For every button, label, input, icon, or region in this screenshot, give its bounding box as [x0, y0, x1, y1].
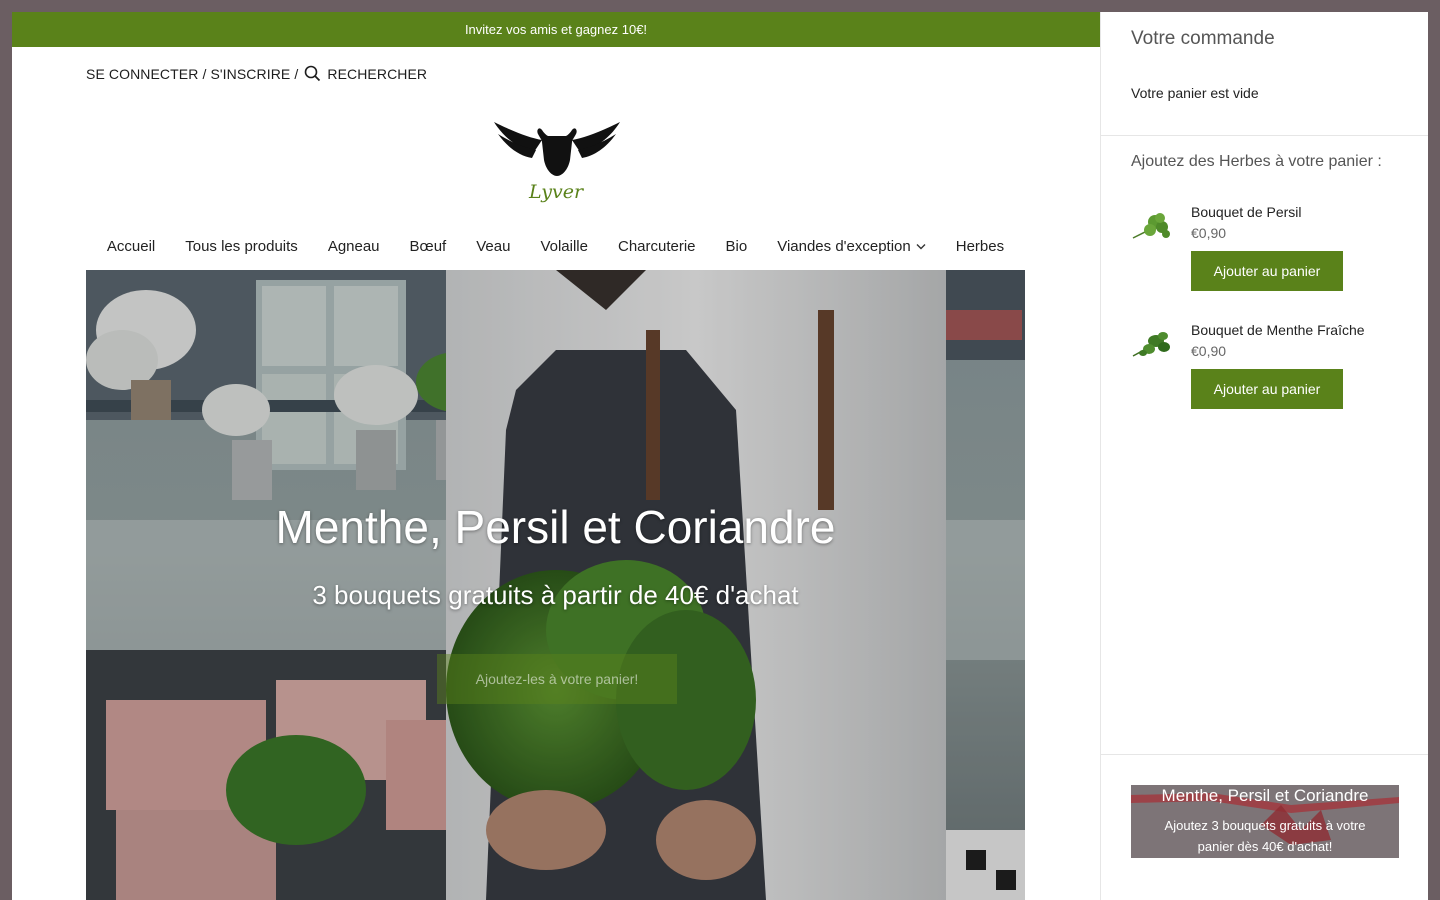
- add-to-cart-button[interactable]: Ajouter au panier: [1191, 251, 1343, 291]
- announcement-text[interactable]: Invitez vos amis et gagnez 10€!: [465, 22, 647, 37]
- main-nav: Accueil Tous les produits Agneau Bœuf Ve…: [86, 238, 1025, 255]
- product-price: €0,90: [1191, 343, 1227, 359]
- chevron-down-icon: [916, 244, 926, 250]
- product-name[interactable]: Bouquet de Persil: [1191, 204, 1302, 220]
- search-icon[interactable]: [304, 65, 321, 82]
- hero-cta-button[interactable]: Ajoutez-les à votre panier!: [437, 654, 677, 704]
- upsell-product: Bouquet de Menthe Fraîche €0,90 Ajouter …: [1131, 322, 1411, 432]
- account-links: SE CONNECTER / S'INSCRIRE / RECHERCHER: [86, 65, 427, 82]
- logo-text: Lyver: [528, 181, 585, 203]
- promo-text: Ajoutez 3 bouquets gratuits à votre pani…: [1164, 818, 1366, 854]
- upsell-title: Ajoutez des Herbes à votre panier :: [1131, 153, 1382, 170]
- add-to-cart-button[interactable]: Ajouter au panier: [1191, 369, 1343, 409]
- nav-item-agneau[interactable]: Agneau: [313, 238, 395, 255]
- account-separator: /: [202, 65, 207, 82]
- nav-item-veau[interactable]: Veau: [461, 238, 525, 255]
- promo-banner[interactable]: Menthe, Persil et Coriandre Ajoutez 3 bo…: [1131, 785, 1399, 858]
- nav-item-boeuf[interactable]: Bœuf: [395, 238, 462, 255]
- hero-subtitle: 3 bouquets gratuits à partir de 40€ d'ac…: [312, 580, 799, 610]
- cart-empty-message: Votre panier est vide: [1131, 85, 1259, 101]
- storefront-page: Invitez vos amis et gagnez 10€! SE CONNE…: [12, 12, 1100, 900]
- cart-title: Votre commande: [1131, 28, 1275, 49]
- divider: [1101, 754, 1428, 755]
- hero-title: Menthe, Persil et Coriandre: [275, 501, 836, 553]
- nav-item-herbes[interactable]: Herbes: [941, 238, 1019, 255]
- announcement-bar[interactable]: Invitez vos amis et gagnez 10€!: [12, 12, 1100, 47]
- nav-item-viandes-d-exception[interactable]: Viandes d'exception: [762, 238, 941, 255]
- nav-item-charcuterie[interactable]: Charcuterie: [603, 238, 711, 255]
- product-price: €0,90: [1191, 225, 1227, 241]
- search-link[interactable]: RECHERCHER: [327, 66, 427, 82]
- divider: [1101, 135, 1428, 136]
- nav-item-tous-les-produits[interactable]: Tous les produits: [170, 238, 313, 255]
- parsley-icon[interactable]: [1131, 210, 1173, 244]
- nav-item-bio[interactable]: Bio: [711, 238, 763, 255]
- login-link[interactable]: SE CONNECTER: [86, 66, 198, 82]
- hero-banner[interactable]: Menthe, Persil et Coriandre 3 bouquets g…: [86, 270, 1025, 900]
- nav-item-volaille[interactable]: Volaille: [525, 238, 603, 255]
- mint-icon[interactable]: [1131, 328, 1173, 362]
- product-name[interactable]: Bouquet de Menthe Fraîche: [1191, 322, 1365, 338]
- register-link[interactable]: S'INSCRIRE: [210, 66, 290, 82]
- account-separator: /: [294, 65, 299, 82]
- promo-title: Menthe, Persil et Coriandre: [1161, 786, 1369, 805]
- cart-drawer: Votre commande Votre panier est vide Ajo…: [1100, 12, 1428, 900]
- nav-item-accueil[interactable]: Accueil: [92, 238, 170, 255]
- upsell-product: Bouquet de Persil €0,90 Ajouter au panie…: [1131, 204, 1411, 314]
- brand-logo[interactable]: Lyver: [492, 116, 622, 208]
